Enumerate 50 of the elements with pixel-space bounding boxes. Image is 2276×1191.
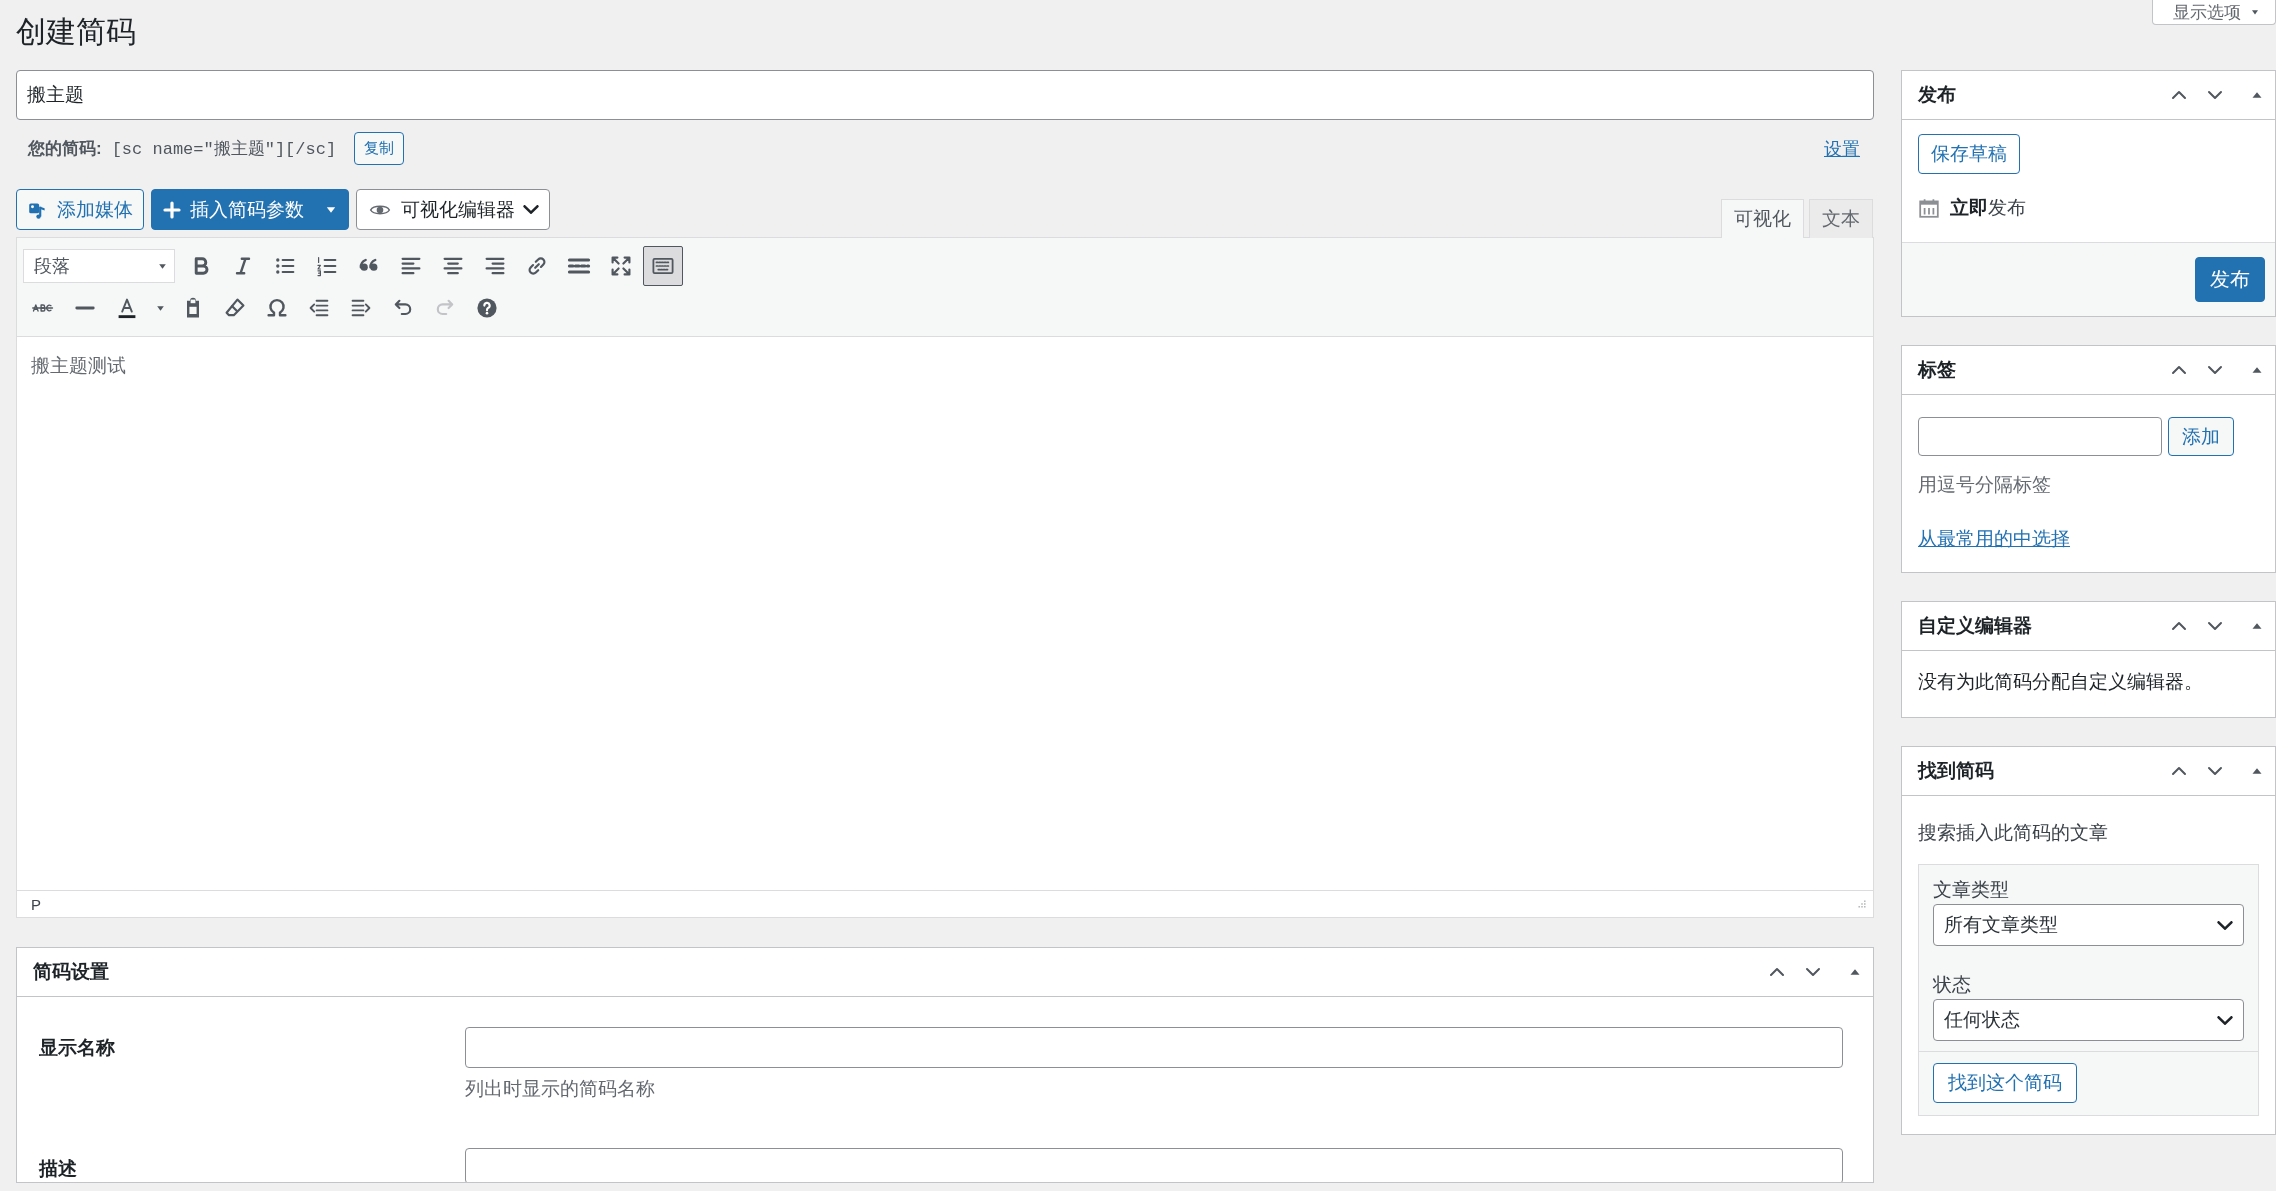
save-draft-button[interactable]: 保存草稿	[1918, 134, 2020, 174]
panel-title: 简码设置	[33, 960, 110, 984]
horizontal-line-icon	[75, 306, 95, 310]
format-select[interactable]: 段落	[23, 249, 175, 283]
keyboard-button[interactable]	[643, 246, 683, 286]
tag-field[interactable]	[1918, 417, 2162, 456]
element-path: P	[31, 895, 41, 913]
field-label: 描述	[39, 1157, 78, 1181]
page-title: 创建简码	[16, 14, 136, 50]
shortcode-label: 您的简码:	[28, 138, 102, 160]
filter-select[interactable]: 所有文章类型	[1933, 904, 2244, 946]
numbered-list-icon	[315, 254, 339, 278]
filter-label: 文章类型	[1933, 878, 2010, 902]
add-tag-button[interactable]: 添加	[2168, 417, 2234, 456]
most-used-tags-link[interactable]: 从最常用的中选择	[1918, 528, 2070, 549]
display-name-field[interactable]	[465, 1027, 1843, 1068]
publish-button[interactable]: 发布	[2195, 257, 2265, 302]
copy-button[interactable]: 复制	[354, 132, 405, 165]
fullscreen-icon	[609, 254, 633, 278]
description-field[interactable]	[465, 1148, 1843, 1182]
panel-title: 发布	[1918, 83, 1957, 107]
shortcode-text: [sc name="搬主题"][/sc]	[111, 138, 337, 160]
add-media-button[interactable]: 添加媒体	[16, 189, 144, 230]
settings-link[interactable]: 设置	[1824, 136, 1860, 161]
filter-select[interactable]: 任何状态	[1933, 999, 2244, 1041]
editor-tab[interactable]: 文本	[1809, 199, 1873, 238]
plus-icon	[162, 199, 182, 220]
help-icon	[475, 296, 499, 320]
chevron-down-icon	[523, 205, 539, 214]
title-field[interactable]: 搬主题	[16, 70, 1874, 120]
field-label: 显示名称	[39, 1036, 116, 1060]
calendar-icon	[1918, 197, 1940, 219]
content-editor[interactable]: 搬主题测试	[17, 337, 1873, 890]
screen-options-button[interactable]: 显示选项	[2152, 0, 2276, 25]
field-hint: 列出时显示的简码名称	[465, 1077, 656, 1101]
panel-title: 找到简码	[1918, 759, 1995, 783]
panel-title: 自定义编辑器	[1918, 614, 2033, 638]
publish-schedule-text: 立即发布	[1950, 196, 2026, 220]
visual-editor-dropdown[interactable]: 可视化编辑器	[356, 189, 550, 230]
chevron-down-icon	[2217, 1015, 2233, 1025]
tags-hint: 用逗号分隔标签	[1918, 473, 2052, 497]
filter-label: 状态	[1933, 973, 1972, 997]
editor-tab[interactable]: 可视化	[1721, 199, 1804, 238]
find-shortcode-button[interactable]: 找到这个简码	[1933, 1063, 2077, 1103]
panel-title: 标签	[1918, 358, 1957, 382]
insert-shortcode-button[interactable]: 插入简码参数	[151, 189, 349, 230]
chevron-down-icon	[2217, 920, 2233, 930]
strikethrough-icon	[32, 304, 54, 312]
custom-editor-text: 没有为此简码分配自定义编辑器。	[1918, 670, 2204, 694]
find-description: 搜索插入此简码的文章	[1918, 821, 2109, 845]
